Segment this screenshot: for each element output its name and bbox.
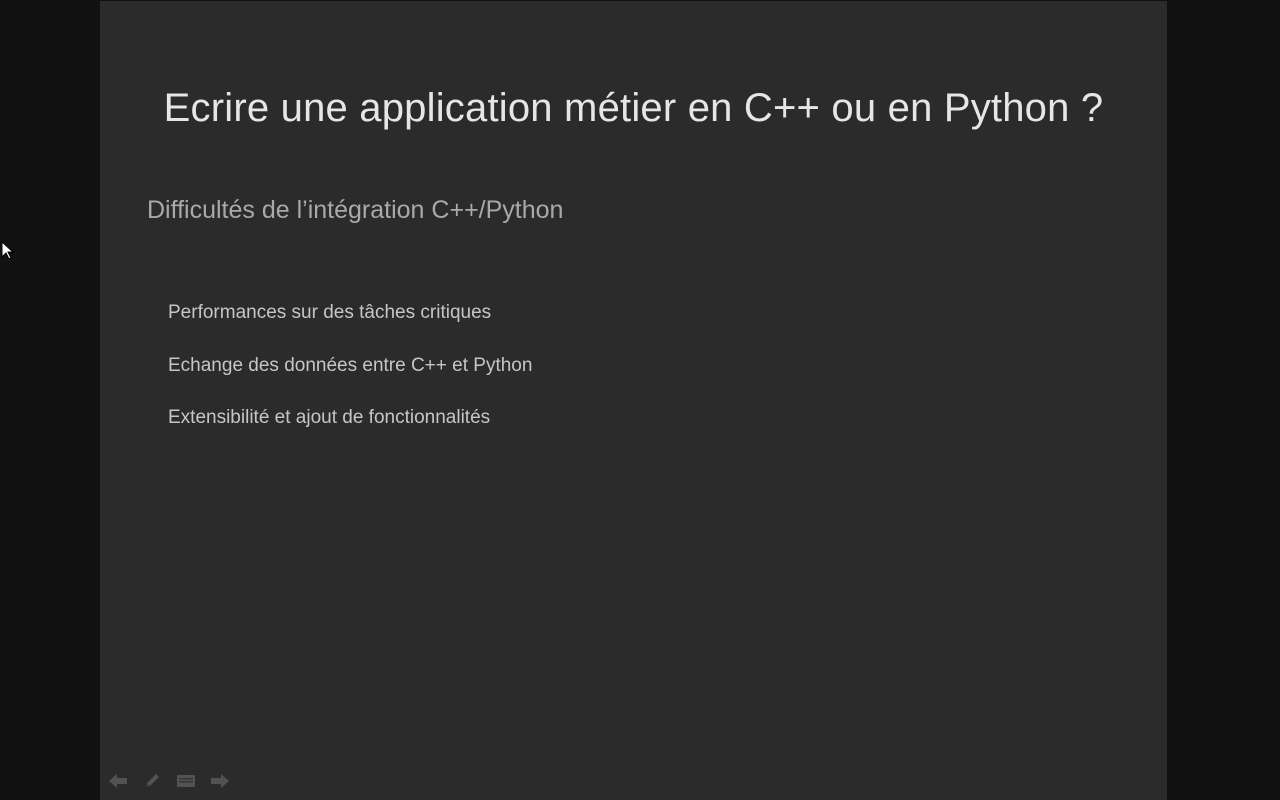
pen-button[interactable] [141,772,163,790]
presentation-screen: Ecrire une application métier en C++ ou … [0,0,1280,800]
slides-overview-button[interactable] [175,772,197,790]
bullet-item: Performances sur des tâches critiques [168,302,492,323]
mouse-cursor-icon [2,242,14,260]
slideshow-controls [107,772,231,790]
slide-subtitle: Difficultés de l’intégration C++/Python [147,196,564,224]
slide-title: Ecrire une application métier en C++ ou … [163,86,1104,130]
pen-icon [146,774,159,787]
slides-overview-icon [177,775,195,787]
next-slide-button[interactable] [209,772,231,790]
slide: Ecrire une application métier en C++ ou … [100,1,1167,800]
previous-arrow-icon [109,774,127,788]
bullet-item: Echange des données entre C++ et Python [168,354,533,376]
bullet-list: Performances sur des tâches critiques Ec… [168,301,532,459]
previous-slide-button[interactable] [107,772,129,790]
next-arrow-icon [211,774,229,788]
bullet-item: Extensibilité et ajout de fonctionnalité… [168,407,491,428]
